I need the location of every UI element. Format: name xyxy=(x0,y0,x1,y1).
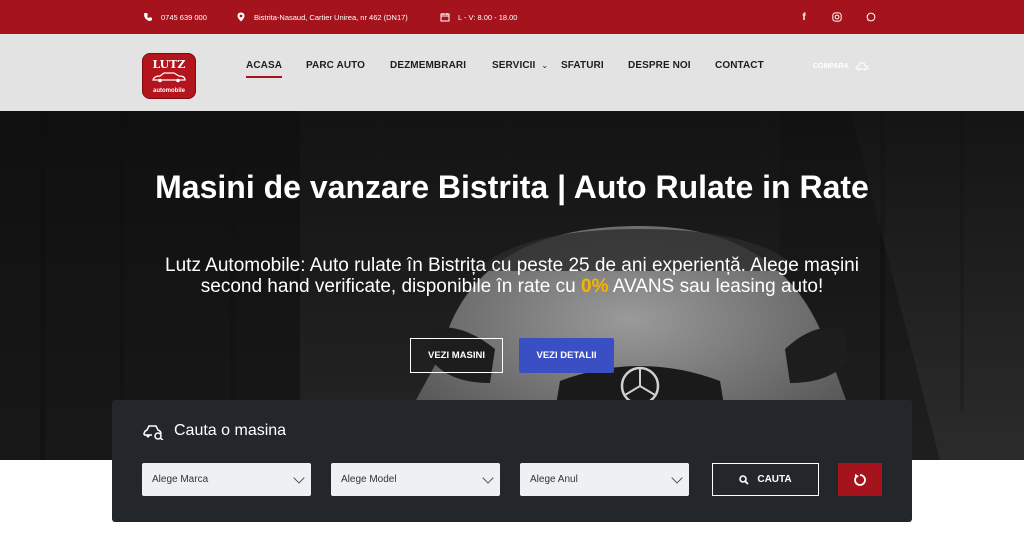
vezi-masini-button[interactable]: VEZI MASINI xyxy=(410,338,503,373)
main-header: LUTZ automobile ACASA PARC AUTO DEZMEMBR… xyxy=(0,34,1024,111)
calendar-icon xyxy=(440,13,450,22)
nav-item-servicii[interactable]: SERVICII ⌄ xyxy=(492,60,548,71)
chevron-down-icon xyxy=(482,472,494,484)
chevron-down-icon: ⌄ xyxy=(541,61,549,70)
lutz-logo[interactable]: LUTZ automobile xyxy=(143,54,195,98)
nav-item-parc-auto[interactable]: PARC AUTO xyxy=(306,60,365,71)
location-pin-icon xyxy=(237,12,245,22)
reset-icon xyxy=(854,473,866,486)
whatsapp-icon[interactable] xyxy=(865,11,877,23)
car-search-panel: Cauta o masina Alege Marca Alege Model A… xyxy=(112,400,912,522)
phone-number: 0745 639 000 xyxy=(161,12,207,22)
instagram-icon[interactable] xyxy=(831,11,843,23)
car-logo-icon xyxy=(152,72,186,83)
facebook-icon[interactable]: f xyxy=(798,11,810,23)
compare-link[interactable]: COMPARA xyxy=(813,61,869,71)
phone-contact[interactable]: 0745 639 000 xyxy=(143,0,207,34)
nav-item-despre-noi[interactable]: DESPRE NOI xyxy=(628,60,691,71)
phone-icon xyxy=(144,13,152,21)
top-bar: 0745 639 000 Bistrita-Nasaud, Cartier Un… xyxy=(0,0,1024,34)
nav-item-acasa[interactable]: ACASA xyxy=(246,60,283,78)
marca-select[interactable]: Alege Marca xyxy=(142,463,311,496)
anul-select[interactable]: Alege Anul xyxy=(520,463,689,496)
chevron-down-icon xyxy=(293,472,305,484)
reset-button[interactable] xyxy=(838,463,882,496)
model-select[interactable]: Alege Model xyxy=(331,463,500,496)
vezi-detalii-button[interactable]: VEZI DETALII xyxy=(519,338,614,373)
avans-highlight: 0% xyxy=(581,276,609,297)
hours-info: L - V: 8.00 - 18.00 xyxy=(440,0,517,34)
chevron-down-icon xyxy=(671,472,683,484)
hours-text: L - V: 8.00 - 18.00 xyxy=(458,12,518,22)
car-compare-icon xyxy=(855,62,869,71)
search-title: Cauta o masina xyxy=(142,422,286,440)
nav-item-dezmembrari[interactable]: DEZMEMBRARI xyxy=(390,60,466,71)
address-contact[interactable]: Bistrita-Nasaud, Cartier Unirea, nr 462 … xyxy=(236,0,408,34)
hero-subtitle: Lutz Automobile: Auto rulate în Bistrița… xyxy=(165,255,859,297)
car-search-icon xyxy=(143,425,164,440)
cauta-button[interactable]: CAUTA xyxy=(712,463,819,496)
hero-title: Masini de vanzare Bistrita | Auto Rulate… xyxy=(155,169,869,205)
nav-item-contact[interactable]: CONTACT xyxy=(715,60,764,71)
search-icon xyxy=(739,474,749,485)
nav-item-sfaturi[interactable]: SFATURI xyxy=(561,60,604,71)
address-text: Bistrita-Nasaud, Cartier Unirea, nr 462 … xyxy=(254,12,408,22)
